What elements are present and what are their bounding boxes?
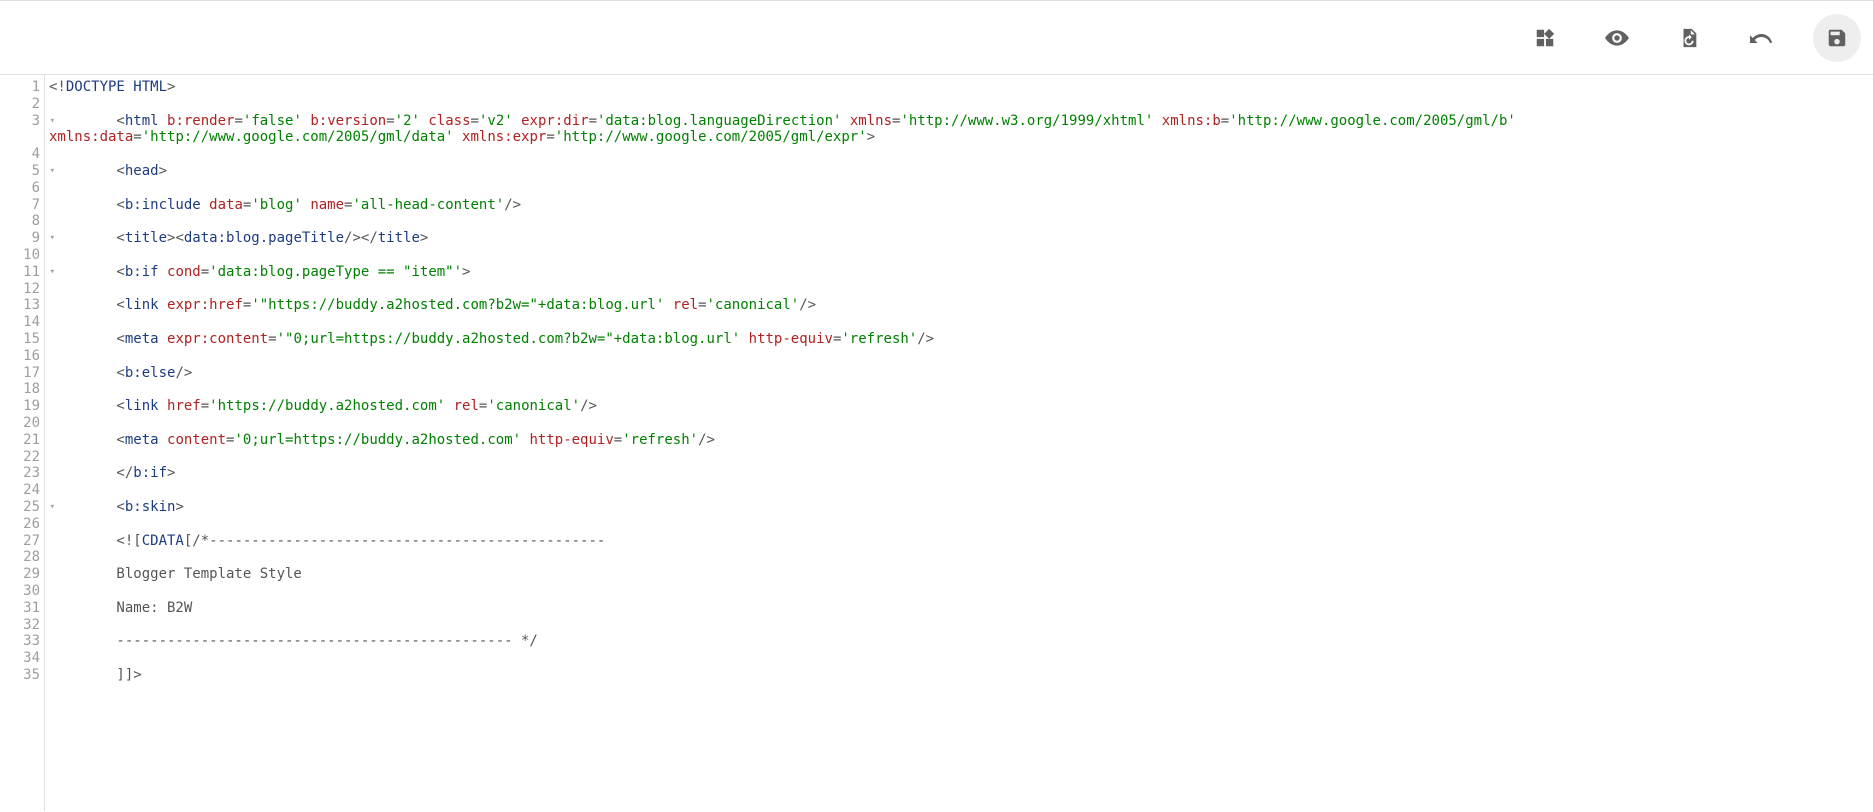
code-line[interactable]: <meta content='0;url=https://buddy.a2hos… — [49, 432, 1873, 449]
code-line[interactable] — [49, 415, 1873, 432]
code-line[interactable] — [49, 650, 1873, 667]
line-number: 28 — [0, 549, 44, 566]
code-line[interactable]: </b:if> — [49, 465, 1873, 482]
toolbar — [0, 1, 1873, 75]
line-number: 30 — [0, 583, 44, 600]
line-number: 27 — [0, 533, 44, 550]
code-line[interactable]: <head> — [49, 163, 1873, 180]
line-number: 25 — [0, 499, 44, 516]
line-number: 18 — [0, 381, 44, 398]
code-line[interactable] — [49, 96, 1873, 113]
code-line[interactable]: <link href='https://buddy.a2hosted.com' … — [49, 398, 1873, 415]
code-line[interactable] — [49, 617, 1873, 634]
code-area[interactable]: <!DOCTYPE HTML> <html b:render='false' b… — [45, 75, 1873, 811]
code-line[interactable]: <title><data:blog.pageTitle/></title> — [49, 230, 1873, 247]
restore-button[interactable] — [1665, 14, 1713, 62]
undo-icon — [1749, 26, 1773, 50]
code-line[interactable] — [49, 180, 1873, 197]
code-line[interactable] — [49, 381, 1873, 398]
line-number: 17 — [0, 365, 44, 382]
line-number: 26 — [0, 516, 44, 533]
code-line[interactable] — [49, 549, 1873, 566]
line-number: 29 — [0, 566, 44, 583]
line-number: 4 — [0, 146, 44, 163]
line-number: 35 — [0, 667, 44, 684]
line-number: 19 — [0, 398, 44, 415]
code-line[interactable] — [49, 314, 1873, 331]
line-number: 20 — [0, 415, 44, 432]
line-number: 3 — [0, 113, 44, 130]
line-number: 6 — [0, 180, 44, 197]
code-line[interactable]: Blogger Template Style — [49, 566, 1873, 583]
line-number: 16 — [0, 348, 44, 365]
line-number: 13 — [0, 297, 44, 314]
code-line[interactable]: <!DOCTYPE HTML> — [49, 79, 1873, 96]
code-line[interactable] — [49, 213, 1873, 230]
line-number: 32 — [0, 617, 44, 634]
undo-button[interactable] — [1737, 14, 1785, 62]
line-number: 21 — [0, 432, 44, 449]
code-line[interactable]: xmlns:data='http://www.google.com/2005/g… — [49, 129, 1873, 146]
code-line[interactable] — [49, 146, 1873, 163]
line-number: 14 — [0, 314, 44, 331]
code-line[interactable] — [49, 516, 1873, 533]
preview-icon — [1604, 25, 1630, 51]
code-line[interactable]: <b:include data='blog' name='all-head-co… — [49, 197, 1873, 214]
code-line[interactable]: <b:skin> — [49, 499, 1873, 516]
code-editor[interactable]: 1234567891011121314151617181920212223242… — [0, 75, 1873, 811]
line-number: 12 — [0, 281, 44, 298]
code-line[interactable]: ]]> — [49, 667, 1873, 684]
line-number: 7 — [0, 197, 44, 214]
code-line[interactable] — [49, 449, 1873, 466]
code-line[interactable] — [49, 281, 1873, 298]
save-icon — [1826, 27, 1848, 49]
code-line[interactable]: <meta expr:content='"0;url=https://buddy… — [49, 331, 1873, 348]
line-number: 10 — [0, 247, 44, 264]
preview-button[interactable] — [1593, 14, 1641, 62]
line-number: 2 — [0, 96, 44, 113]
widgets-icon — [1534, 27, 1556, 49]
restore-icon — [1678, 27, 1700, 49]
line-number: 9 — [0, 230, 44, 247]
line-number: 31 — [0, 600, 44, 617]
code-line[interactable]: ----------------------------------------… — [49, 633, 1873, 650]
line-number: 23 — [0, 465, 44, 482]
code-line[interactable] — [49, 247, 1873, 264]
code-line[interactable] — [49, 348, 1873, 365]
line-number: 5 — [0, 163, 44, 180]
line-number: 33 — [0, 633, 44, 650]
line-number: 22 — [0, 449, 44, 466]
code-line[interactable]: <![CDATA[/*-----------------------------… — [49, 533, 1873, 550]
code-line[interactable]: <b:if cond='data:blog.pageType == "item"… — [49, 264, 1873, 281]
code-line[interactable]: <link expr:href='"https://buddy.a2hosted… — [49, 297, 1873, 314]
code-line[interactable]: Name: B2W — [49, 600, 1873, 617]
line-number: 34 — [0, 650, 44, 667]
widgets-button[interactable] — [1521, 14, 1569, 62]
line-number: 11 — [0, 264, 44, 281]
gutter: 1234567891011121314151617181920212223242… — [0, 75, 45, 811]
line-number: 8 — [0, 213, 44, 230]
line-number — [0, 129, 44, 146]
line-number: 24 — [0, 482, 44, 499]
save-button[interactable] — [1813, 14, 1861, 62]
code-line[interactable]: <b:else/> — [49, 365, 1873, 382]
code-line[interactable] — [49, 583, 1873, 600]
line-number: 15 — [0, 331, 44, 348]
line-number: 1 — [0, 79, 44, 96]
code-line[interactable]: <html b:render='false' b:version='2' cla… — [49, 113, 1873, 130]
code-line[interactable] — [49, 482, 1873, 499]
